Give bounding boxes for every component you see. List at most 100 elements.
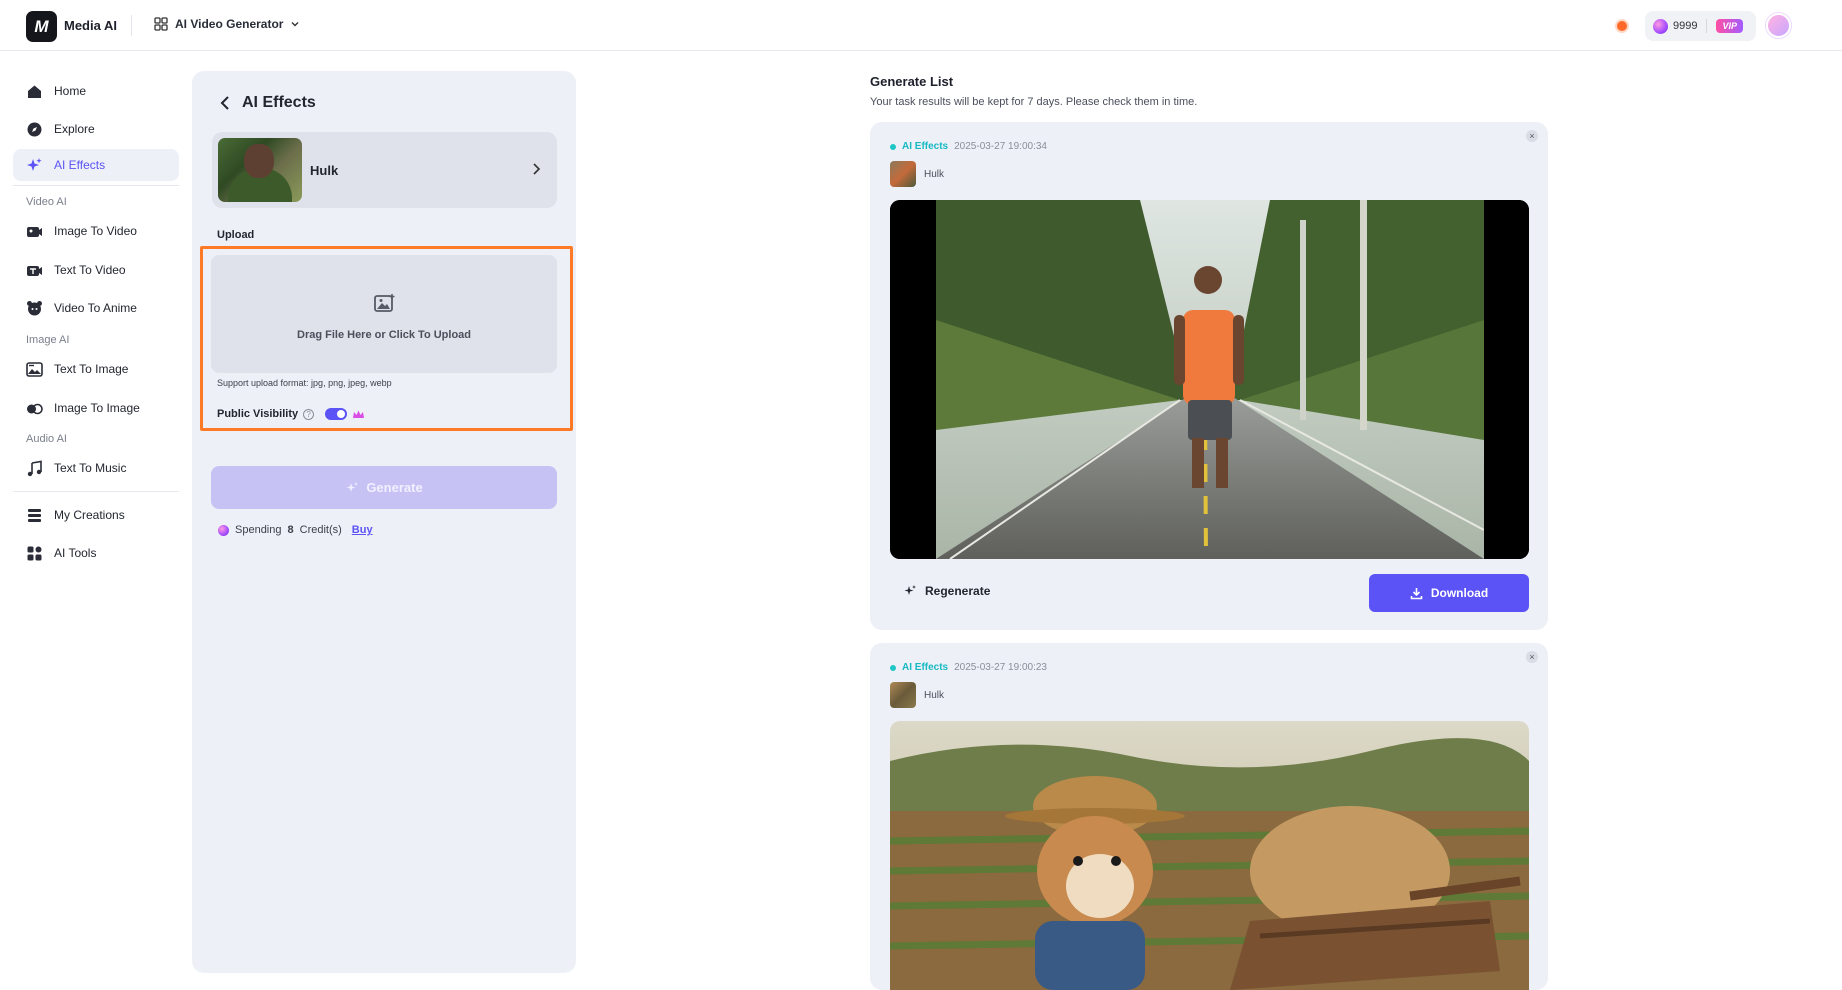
brand-name: Media AI — [64, 18, 117, 33]
result-card: × AI Effects 2025-03-27 19:00:34 Hulk Re… — [870, 122, 1548, 630]
download-icon — [1410, 587, 1423, 599]
spend-prefix: Spending — [235, 524, 282, 536]
result-meta: AI Effects 2025-03-27 19:00:23 — [890, 662, 1047, 673]
image-upload-icon — [374, 294, 395, 312]
regenerate-label: Regenerate — [925, 584, 991, 598]
result-tag: AI Effects — [902, 662, 949, 673]
sidebar-item-my-creations[interactable]: My Creations — [13, 499, 179, 531]
sidebar-item-ai-tools[interactable]: AI Tools — [13, 537, 179, 569]
chevron-down-icon — [291, 22, 299, 27]
thumb-face — [244, 144, 274, 178]
sidebar-item-label: AI Effects — [54, 158, 106, 172]
support-format-text: Support upload format: jpg, png, jpeg, w… — [217, 378, 392, 388]
back-arrow-icon[interactable] — [220, 95, 230, 111]
image-image-icon — [27, 403, 43, 414]
result-timestamp: 2025-03-27 19:00:34 — [954, 141, 1047, 152]
sparkle-icon — [346, 481, 359, 492]
close-icon[interactable]: × — [1526, 130, 1538, 142]
sidebar-item-label: Home — [54, 84, 87, 98]
download-label: Download — [1430, 586, 1489, 600]
result-video-preview[interactable] — [890, 721, 1529, 990]
media-ai-logo[interactable]: M — [26, 11, 57, 42]
public-visibility-row: Public Visibility ? — [217, 408, 365, 420]
top-bar: M Media AI AI Video Generator 9999 VIP — [0, 0, 1842, 51]
anime-icon — [27, 300, 42, 315]
sparkle-icon — [27, 157, 42, 171]
sidebar-item-label: My Creations — [54, 508, 125, 522]
sidebar-item-text-to-image[interactable]: Text To Image — [13, 353, 179, 385]
panel-title: AI Effects — [242, 94, 316, 111]
upload-label: Upload — [217, 229, 255, 241]
buy-link[interactable]: Buy — [352, 524, 373, 536]
crown-icon — [353, 410, 365, 418]
result-meta: AI Effects 2025-03-27 19:00:34 — [890, 141, 1047, 152]
result-tag: AI Effects — [902, 141, 949, 152]
sidebar-item-explore[interactable]: Explore — [13, 113, 179, 145]
sidebar-item-video-to-anime[interactable]: Video To Anime — [13, 292, 179, 324]
product-name: AI Video Generator — [175, 17, 284, 31]
sidebar-item-home[interactable]: Home — [13, 75, 179, 107]
music-icon — [27, 460, 42, 476]
generate-label: Generate — [366, 480, 423, 495]
sidebar-item-ai-effects[interactable]: AI Effects — [13, 149, 179, 181]
chevron-right-icon — [533, 163, 541, 175]
sidebar-item-label: AI Tools — [54, 546, 97, 560]
sidebar-item-text-to-music[interactable]: Text To Music — [13, 452, 179, 484]
text-video-icon — [27, 265, 42, 276]
effect-mini-thumbnail — [890, 682, 916, 708]
sidebar-item-label: Image To Video — [54, 224, 137, 238]
sidebar-item-label: Image To Image — [54, 401, 140, 415]
section-label-audio-ai: Audio AI — [26, 433, 67, 445]
result-video-preview[interactable] — [890, 200, 1529, 559]
result-photo — [890, 721, 1529, 990]
sidebar: Home Explore AI Effects Video AI Image T… — [0, 52, 190, 990]
credit-gem-icon — [218, 524, 229, 536]
spend-amount: 8 — [287, 524, 294, 536]
sidebar-item-text-to-video[interactable]: Text To Video — [13, 254, 179, 286]
sparkle-icon — [904, 585, 916, 595]
panel-header: AI Effects — [220, 94, 316, 112]
user-avatar[interactable] — [1766, 13, 1791, 38]
section-label-image-ai: Image AI — [26, 334, 70, 346]
upload-dropzone[interactable]: Drag File Here or Click To Upload — [211, 255, 557, 373]
generate-list-title: Generate List — [870, 74, 954, 89]
spend-suffix: Credit(s) — [299, 524, 342, 536]
visibility-toggle[interactable] — [325, 408, 348, 420]
grid-icon — [154, 17, 168, 31]
sidebar-item-label: Text To Music — [54, 461, 127, 475]
vip-badge: VIP — [1716, 19, 1743, 33]
status-dot-icon — [890, 143, 896, 150]
result-photo — [890, 200, 1529, 559]
generate-button[interactable]: Generate — [211, 466, 557, 509]
help-icon[interactable]: ? — [303, 408, 315, 420]
sidebar-item-label: Explore — [54, 122, 95, 136]
status-dot-icon — [890, 664, 896, 671]
credit-pill[interactable]: 9999 VIP — [1645, 11, 1756, 41]
dropzone-text: Drag File Here or Click To Upload — [297, 329, 471, 341]
effect-selector[interactable]: Hulk — [212, 132, 557, 208]
header-divider — [131, 15, 132, 36]
effect-mini-thumbnail — [890, 161, 916, 187]
pill-divider — [1706, 19, 1708, 33]
notification-dot-icon[interactable] — [1617, 21, 1627, 31]
regenerate-button[interactable]: Regenerate — [903, 584, 990, 598]
section-label-video-ai: Video AI — [26, 196, 67, 208]
apps-icon — [27, 546, 42, 560]
text-image-icon — [26, 361, 43, 377]
effect-thumbnail — [218, 138, 302, 202]
sidebar-item-label: Text To Video — [54, 263, 126, 277]
product-switcher[interactable]: AI Video Generator — [154, 17, 300, 31]
result-effect-name: Hulk — [924, 689, 945, 701]
layers-icon — [28, 508, 41, 522]
sidebar-item-label: Video To Anime — [54, 301, 137, 315]
visibility-label: Public Visibility — [217, 408, 299, 420]
download-button[interactable]: Download — [1369, 574, 1529, 612]
compass-icon — [27, 122, 42, 136]
sidebar-item-image-to-image[interactable]: Image To Image — [13, 392, 179, 424]
result-effect-row: Hulk — [890, 161, 944, 187]
image-video-icon — [27, 226, 42, 237]
sidebar-item-image-to-video[interactable]: Image To Video — [13, 215, 179, 247]
result-card: × AI Effects 2025-03-27 19:00:23 Hulk — [870, 643, 1548, 990]
close-icon[interactable]: × — [1526, 651, 1538, 663]
sidebar-item-label: Text To Image — [54, 362, 129, 376]
